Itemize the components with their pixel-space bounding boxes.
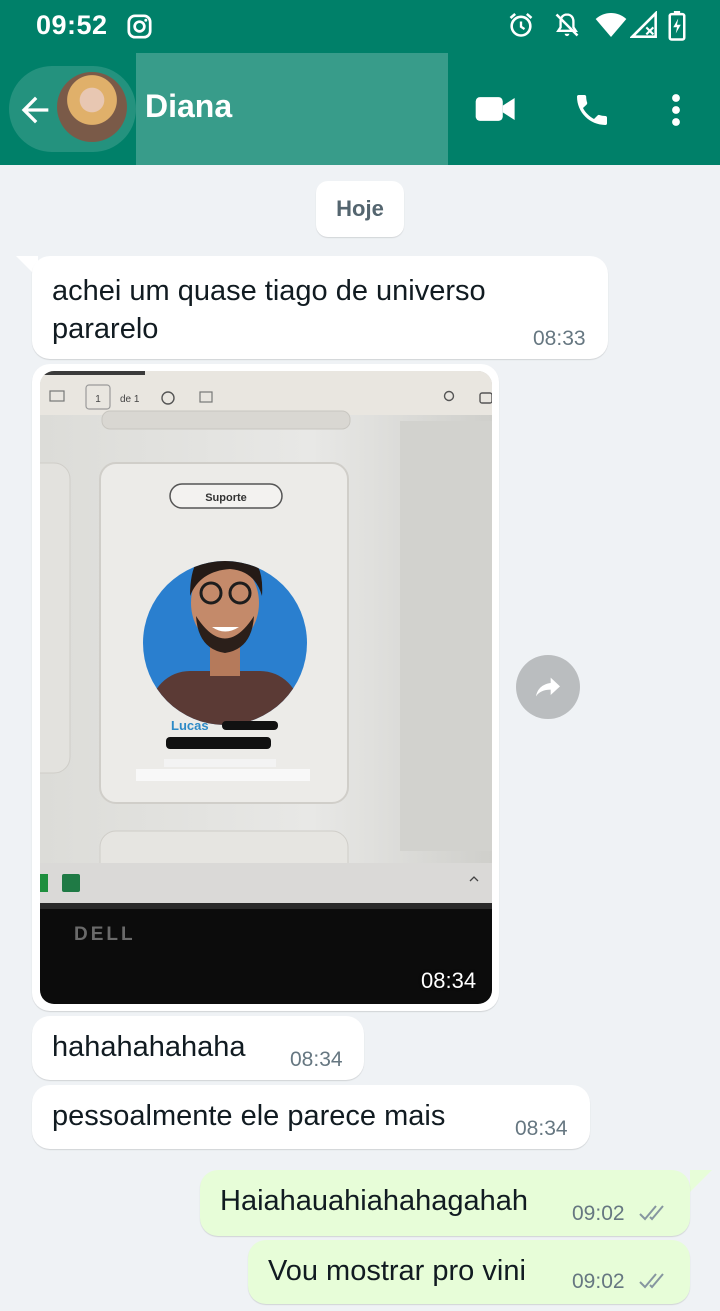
message-line: achei um quase tiago de universo [52,275,486,307]
alarm-icon [509,12,533,37]
image-attachment[interactable]: 1 de 1 Suporte Lucas DELL [40,371,492,1004]
message-text: achei um quase tiago de universo pararel… [52,272,486,348]
message-time: 08:34 [515,1117,568,1140]
message-time: 09:02 [572,1270,625,1293]
battery-charging-icon [668,11,686,41]
app-header: 09:52 Diana [0,0,720,165]
notifications-off-icon [555,13,579,37]
message-text: Vou mostrar pro vini [268,1255,526,1287]
card-name: Lucas [171,718,209,733]
message-bubble-incoming[interactable]: hahahahahaha 08:34 [32,1016,364,1080]
monitor-brand: DELL [74,924,136,945]
message-text: pessoalmente ele parece mais [52,1100,446,1132]
more-options-icon[interactable] [666,92,686,128]
double-check-icon [639,1273,664,1289]
card-badge: Suporte [205,492,247,504]
message-bubble-incoming[interactable]: achei um quase tiago de universo pararel… [32,256,608,359]
signal-icon [630,11,657,38]
double-check-icon [639,1205,664,1221]
message-time: 08:33 [533,327,586,350]
instagram-icon [127,14,152,39]
video-call-icon[interactable] [474,90,518,128]
voice-call-icon[interactable] [572,90,612,130]
message-time: 09:02 [572,1202,625,1225]
status-time: 09:52 [36,10,108,40]
avatar[interactable] [57,72,127,142]
message-bubble-outgoing[interactable]: Haiahauahiahahagahah 09:02 [200,1170,690,1236]
back-arrow-icon [21,96,49,124]
forward-button[interactable] [516,655,580,719]
message-line: pararelo [52,313,159,345]
bubble-tail [690,1170,712,1192]
forward-icon [536,677,560,697]
message-bubble-incoming[interactable]: pessoalmente ele parece mais 08:34 [32,1085,590,1149]
photo-content: 1 de 1 Suporte Lucas DELL [40,371,492,1004]
message-time: 08:34 [290,1048,343,1071]
wifi-icon [595,13,627,37]
page-input: 1 [95,394,101,405]
date-chip: Hoje [316,181,404,237]
image-time: 08:34 [421,968,477,993]
contact-name: Diana [145,88,233,124]
message-text: hahahahahaha [52,1031,246,1063]
message-text: Haiahauahiahahagahah [220,1185,529,1217]
message-bubble-outgoing[interactable]: Vou mostrar pro vini 09:02 [248,1240,690,1304]
page-count: de 1 [120,394,140,405]
